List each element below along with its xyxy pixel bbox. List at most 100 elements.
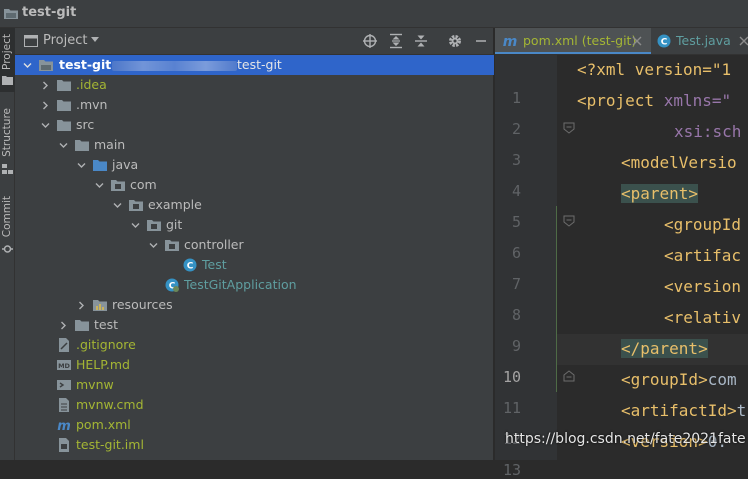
tree-item-java[interactable]: java [15,155,494,175]
code-line-11: <groupId>com [621,370,737,389]
code-line-10: </parent> [557,334,748,365]
folder-icon [75,140,89,151]
tree-root-label: test-git [59,57,112,72]
chevron-down-icon[interactable] [41,121,50,130]
shell-script-icon [57,380,71,390]
java-class-icon: C [657,34,671,48]
project-panel: Project test-git test-git .idea .mvn src… [15,28,494,460]
chevron-right-icon[interactable] [41,81,50,90]
line-number-gutter: 1 2 3 4 5 6 7 8 9 10 11 12 13 [495,55,575,479]
chevron-down-icon[interactable] [23,61,32,70]
folder-icon [75,320,89,331]
chevron-right-icon[interactable] [59,321,68,330]
code-line-12: <artifactId>t [621,401,747,420]
tree-item-mvnw[interactable]: mvnw [15,375,494,395]
code-line-1: <?xml version="1 [577,60,732,79]
module-folder-icon [39,60,53,71]
spring-boot-class-icon: C [165,278,179,292]
svg-text:m: m [503,34,518,49]
maven-icon: m [503,34,518,49]
tree-root-test-git[interactable]: test-git test-git [15,55,494,75]
maven-icon: m [57,419,71,432]
svg-text:C: C [187,262,194,272]
tab-pom-xml[interactable]: m pom.xml (test-git) [495,28,651,54]
resources-folder-icon [93,300,107,311]
tree-root-path: test-git [237,57,282,72]
gitignore-file-icon [59,338,69,352]
tree-item-example[interactable]: example [15,195,494,215]
tree-item-testgitapplication[interactable]: C TestGitApplication [15,275,494,295]
source-folder-icon [93,160,107,171]
commit-icon [2,245,13,253]
chevron-down-icon[interactable] [149,241,158,250]
structure-tool-tab[interactable]: Structure [0,104,15,180]
tree-item-controller[interactable]: controller [15,235,494,255]
folder-icon [57,100,71,111]
locate-icon[interactable] [362,33,378,49]
window-title: test-git [22,5,77,20]
project-view-selector[interactable]: Project [43,33,87,48]
tree-item-mvnw-cmd[interactable]: mvnw.cmd [15,395,494,415]
close-icon[interactable] [632,36,642,46]
package-icon [129,200,143,211]
code-line-6: <groupId [664,215,742,234]
tree-item-gitignore[interactable]: .gitignore [15,335,494,355]
tree-item-help-md[interactable]: MD HELP.md [15,355,494,375]
text-file-icon [59,398,69,412]
code-view[interactable]: <?xml version="1 <project xmlns=" xsi:sc… [557,55,748,460]
chevron-down-icon[interactable] [113,201,122,210]
tree-item-test-git-iml[interactable]: test-git.iml [15,435,494,455]
chevron-down-icon[interactable] [59,141,68,150]
tree-item-mvn[interactable]: .mvn [15,95,494,115]
tree-item-main[interactable]: main [15,135,494,155]
markdown-file-icon: MD [57,360,71,370]
editor-area: m pom.xml (test-git) C Test.java 1 2 3 4… [495,28,748,479]
tree-item-com[interactable]: com [15,175,494,195]
tree-item-idea[interactable]: .idea [15,75,494,95]
java-class-icon: C [183,258,197,272]
code-line-4: <modelVersio [621,153,737,172]
chevron-right-icon[interactable] [77,301,86,310]
package-icon [111,180,125,191]
project-tool-tab[interactable]: Project [0,28,15,92]
chevron-down-icon[interactable] [131,221,140,230]
minimize-icon[interactable] [473,33,489,49]
project-tree: test-git test-git .idea .mvn src main ja… [15,55,494,460]
code-line-9: <relativ [664,308,742,327]
tree-item-test-class[interactable]: C Test [15,255,494,275]
folder-icon [57,80,71,91]
tree-item-git[interactable]: git [15,215,494,235]
title-bar: test-git [0,0,748,28]
code-line-3: xsi:sch [674,122,742,141]
code-line-2: <project xmlns=" [577,91,732,110]
structure-icon [2,164,13,174]
package-icon [165,240,179,251]
svg-text:MD: MD [58,362,70,370]
watermark: https://blog.csdn.net/fate2021fate [505,431,746,447]
commit-tool-tab[interactable]: Commit [0,194,15,260]
module-file-icon [59,438,69,452]
svg-text:m: m [57,419,71,432]
tree-item-src[interactable]: src [15,115,494,135]
chevron-down-icon[interactable] [77,161,86,170]
tool-window-strip: Project Structure Commit [0,28,15,460]
chevron-down-icon[interactable] [91,37,99,42]
tree-item-test-folder[interactable]: test [15,315,494,335]
code-line-8: <version [664,277,742,296]
redacted-path [112,60,237,71]
gear-icon[interactable] [447,33,463,49]
collapse-all-icon[interactable] [413,33,429,49]
project-folder-icon [4,9,18,19]
code-line-5: <parent> [621,184,699,203]
tree-item-pom-xml[interactable]: m pom.xml [15,415,494,435]
tab-test-java[interactable]: C Test.java [651,28,748,54]
project-view-icon [24,35,38,47]
expand-all-icon[interactable] [388,33,404,49]
tree-item-resources[interactable]: resources [15,295,494,315]
close-icon[interactable] [739,36,748,46]
folder-icon [57,120,71,131]
code-line-7: <artifac [664,246,742,265]
svg-text:C: C [661,38,668,48]
chevron-right-icon[interactable] [41,101,50,110]
chevron-down-icon[interactable] [95,181,104,190]
